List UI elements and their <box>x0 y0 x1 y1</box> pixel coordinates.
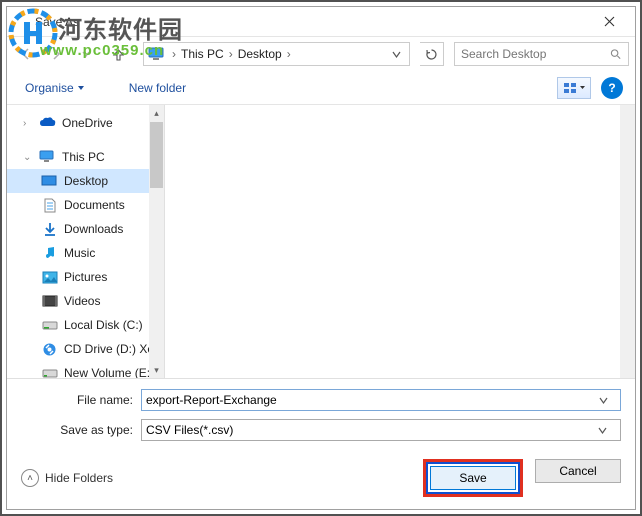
search-icon <box>610 48 622 61</box>
filename-label: File name: <box>21 393 141 407</box>
tree-item-pictures[interactable]: Pictures <box>7 265 164 289</box>
tree-item-videos[interactable]: Videos <box>7 289 164 313</box>
content-scrollbar[interactable] <box>620 105 635 378</box>
save-label: Save <box>459 471 486 485</box>
collapse-icon: ⌄ <box>23 152 33 163</box>
download-icon <box>43 222 57 237</box>
tree-item-label: New Volume (E:) <box>64 366 154 378</box>
breadcrumb[interactable]: › This PC › Desktop › <box>143 42 410 66</box>
new-folder-label: New folder <box>129 81 186 95</box>
tree-item-downloads[interactable]: Downloads <box>7 217 164 241</box>
music-icon <box>43 246 56 261</box>
tree-item-label: Downloads <box>64 222 123 236</box>
document-icon <box>43 198 57 213</box>
tree-item-label: Music <box>64 246 95 260</box>
chevron-down-icon <box>579 84 586 91</box>
breadcrumb-chevron-icon: › <box>170 47 178 61</box>
filename-row: File name: <box>21 389 621 411</box>
new-folder-button[interactable]: New folder <box>123 77 192 99</box>
breadcrumb-seg-thispc[interactable]: This PC <box>178 47 227 61</box>
cancel-label: Cancel <box>559 464 596 478</box>
tree-item-label: Videos <box>64 294 100 308</box>
help-button[interactable]: ? <box>601 77 623 99</box>
filename-dropdown[interactable] <box>599 396 616 405</box>
hide-folders-button[interactable]: ˄ Hide Folders <box>21 469 113 487</box>
search-input[interactable] <box>461 47 610 61</box>
file-list-area[interactable] <box>165 105 635 378</box>
filetype-label: Save as type: <box>21 423 141 437</box>
tree-item-label: Local Disk (C:) <box>64 318 143 332</box>
tree-item-music[interactable]: Music <box>7 241 164 265</box>
tree-item-label: Pictures <box>64 270 107 284</box>
breadcrumb-chevron-icon: › <box>285 47 293 61</box>
tree-item-label: CD Drive (D:) Xen <box>64 342 161 356</box>
bottom-panel: File name: Save as type: CSV Files(*.csv… <box>7 378 635 509</box>
breadcrumb-seg-desktop[interactable]: Desktop <box>235 47 285 61</box>
organise-label: Organise <box>25 81 74 95</box>
scroll-thumb[interactable] <box>150 122 163 188</box>
help-icon: ? <box>608 81 615 95</box>
dialog-body: › OneDrive ⌄ This PC Desktop Documents D… <box>7 105 635 378</box>
organise-menu[interactable]: Organise <box>19 77 91 99</box>
expand-icon: › <box>23 118 33 129</box>
tree-item-localdisk-c[interactable]: Local Disk (C:) <box>7 313 164 337</box>
search-box[interactable] <box>454 42 629 66</box>
cloud-icon <box>39 117 56 129</box>
refresh-icon <box>425 48 438 61</box>
filetype-value: CSV Files(*.csv) <box>146 423 233 437</box>
breadcrumb-chevron-icon: › <box>227 47 235 61</box>
chevron-down-icon <box>599 396 608 405</box>
save-button[interactable]: Save <box>430 466 516 490</box>
filename-input[interactable] <box>146 393 599 407</box>
filetype-row: Save as type: CSV Files(*.csv) <box>21 419 621 441</box>
chevron-down-icon <box>77 84 85 92</box>
chevron-up-circle-icon: ˄ <box>21 469 39 487</box>
tree-item-cddrive-d[interactable]: CD Drive (D:) Xen <box>7 337 164 361</box>
tree-item-onedrive[interactable]: › OneDrive <box>7 111 164 135</box>
disk-icon <box>42 319 58 331</box>
save-highlight-box: Save <box>423 459 523 497</box>
picture-icon <box>42 271 58 284</box>
close-button[interactable] <box>587 8 631 36</box>
scroll-up-icon[interactable]: ▴ <box>149 105 164 121</box>
tree-item-newvolume-e[interactable]: New Volume (E:) <box>7 361 164 378</box>
nav-tree: › OneDrive ⌄ This PC Desktop Documents D… <box>7 105 165 378</box>
toolbar: Organise New folder ? <box>7 71 635 105</box>
watermark-brand: 河东软件园 <box>58 10 183 45</box>
filetype-dropdown[interactable] <box>598 426 616 435</box>
chevron-down-icon <box>392 50 401 59</box>
save-dialog: Save As › This PC › Desktop › <box>6 6 636 510</box>
cd-icon <box>42 342 57 357</box>
cancel-button[interactable]: Cancel <box>535 459 621 483</box>
disk-icon <box>42 367 58 378</box>
tree-item-label: This PC <box>62 150 105 164</box>
view-icon <box>563 82 577 94</box>
refresh-button[interactable] <box>420 42 444 66</box>
video-icon <box>42 295 58 307</box>
view-options-button[interactable] <box>557 77 591 99</box>
tree-item-label: OneDrive <box>62 116 113 130</box>
filetype-combo[interactable]: CSV Files(*.csv) <box>141 419 621 441</box>
chevron-down-icon <box>598 426 607 435</box>
tree-item-label: Desktop <box>64 174 108 188</box>
breadcrumb-dropdown[interactable] <box>388 50 405 59</box>
tree-item-label: Documents <box>64 198 125 212</box>
watermark-url: www.pc0359.cn <box>40 42 164 59</box>
desktop-icon <box>41 175 58 188</box>
button-row: ˄ Hide Folders Save Cancel <box>21 459 621 497</box>
hide-folders-label: Hide Folders <box>45 471 113 485</box>
tree-item-thispc[interactable]: ⌄ This PC <box>7 145 164 169</box>
tree-scrollbar[interactable]: ▴ ▾ <box>149 105 164 378</box>
pc-icon <box>39 150 56 164</box>
tree-item-desktop[interactable]: Desktop <box>7 169 164 193</box>
close-icon <box>604 16 615 27</box>
scroll-down-icon[interactable]: ▾ <box>149 362 164 378</box>
tree-item-documents[interactable]: Documents <box>7 193 164 217</box>
filename-input-wrapper[interactable] <box>141 389 621 411</box>
